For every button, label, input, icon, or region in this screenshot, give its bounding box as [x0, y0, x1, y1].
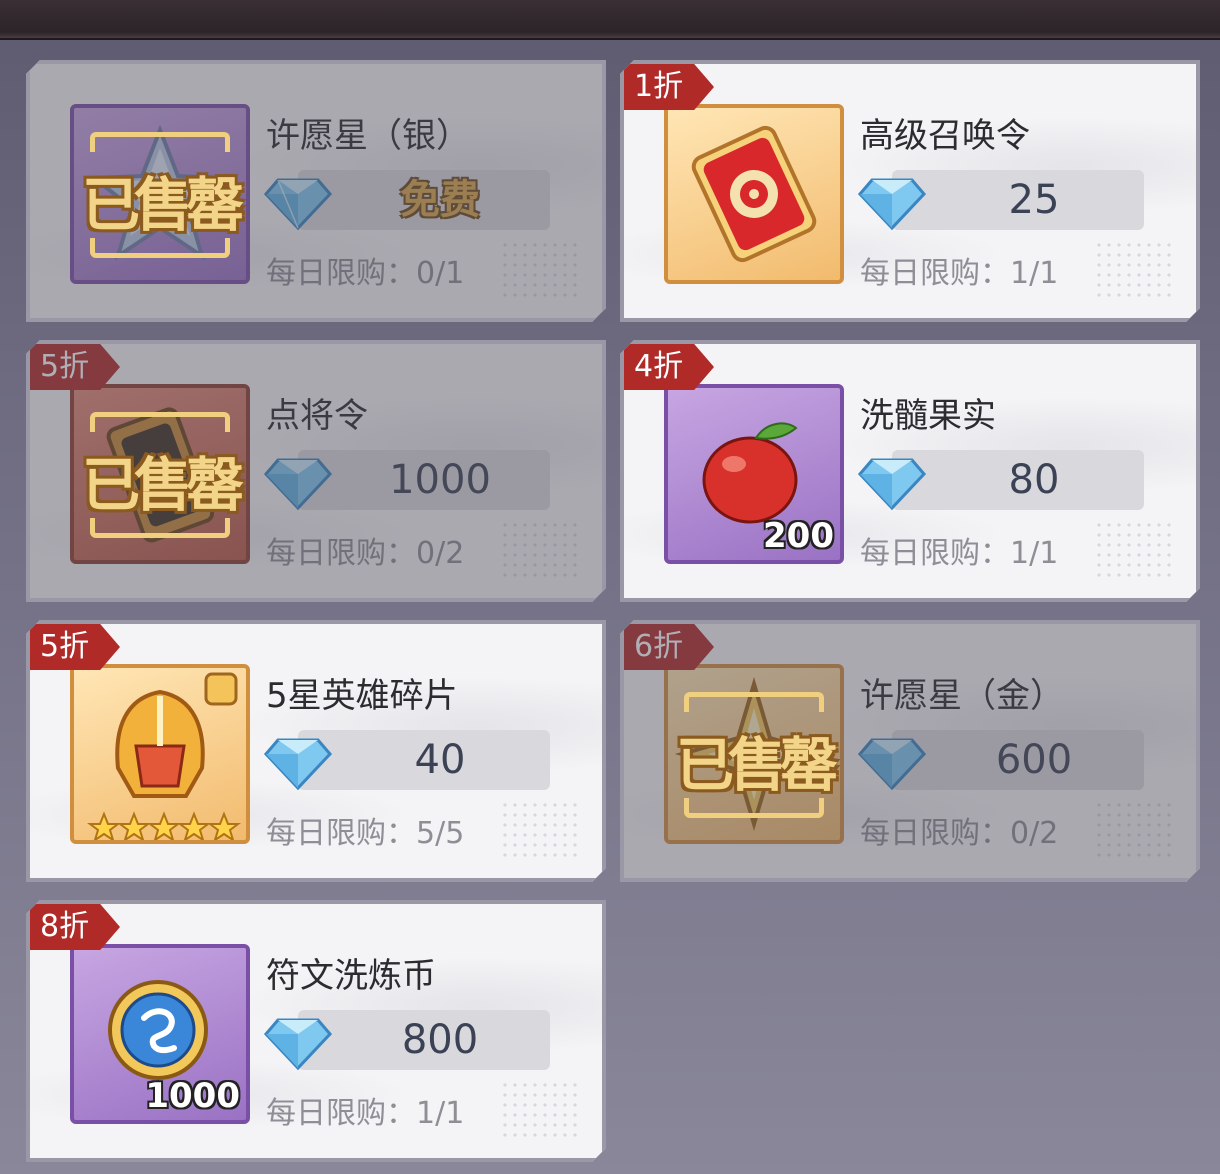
item-price: 800 — [401, 1017, 479, 1063]
daily-limit: 每日限购：1/1 — [860, 256, 1059, 291]
sold-out-text: 已售罄 — [675, 731, 832, 799]
sold-out-stamp: 已售罄 — [664, 710, 844, 800]
item-name: 高级召唤令 — [860, 116, 1030, 156]
shop-item-card[interactable]: 5折 5星英雄碎片 40 每日限购：5/5 — [26, 620, 606, 882]
shop-item-card[interactable]: 8折 1000 符文洗炼币 800 每日限购：1/1 — [26, 900, 606, 1162]
item-quantity: 1000 — [145, 1076, 240, 1116]
stamp-bracket — [90, 132, 230, 152]
sold-out-stamp: 已售罄 — [70, 150, 250, 240]
sold-out-text: 已售罄 — [81, 451, 238, 519]
daily-limit: 每日限购：5/5 — [266, 816, 465, 851]
shop-item-card[interactable]: 许愿星（银） 免费 每日限购：0/1 已售罄 — [26, 60, 606, 322]
item-quantity: 200 — [763, 516, 834, 556]
item-icon-frame: 200 — [664, 384, 844, 564]
sold-out-text: 已售罄 — [81, 171, 238, 239]
stamp-bracket — [90, 518, 230, 538]
item-price: 25 — [1008, 177, 1060, 223]
decor-dots — [500, 800, 580, 860]
daily-limit: 每日限购：1/1 — [266, 1096, 465, 1131]
item-price: 40 — [414, 737, 466, 783]
top-bar — [0, 0, 1220, 40]
item-icon-frame — [70, 664, 250, 844]
shop-item-card[interactable]: 5折 点将令 1000 每日限购：0/2 已售罄 — [26, 340, 606, 602]
diamond-icon — [264, 1006, 332, 1074]
stamp-bracket — [90, 412, 230, 432]
diamond-icon — [858, 446, 926, 514]
decor-dots — [1094, 240, 1174, 300]
stamp-bracket — [90, 238, 230, 258]
shop-item-card[interactable]: 4折 200 洗髓果实 80 每日限购：1/1 — [620, 340, 1200, 602]
item-icon-frame — [664, 104, 844, 284]
item-name: 符文洗炼币 — [266, 956, 436, 996]
shop-grid: 许愿星（银） 免费 每日限购：0/1 已售罄 1折 高级召唤令 25 每日限购：… — [26, 60, 1200, 1162]
stamp-bracket — [684, 798, 824, 818]
shop-item-card[interactable]: 1折 高级召唤令 25 每日限购：1/1 — [620, 60, 1200, 322]
stamp-bracket — [684, 692, 824, 712]
decor-dots — [500, 1080, 580, 1140]
shop-item-card[interactable]: 6折 许愿星（金） 600 每日限购：0/2 已售罄 — [620, 620, 1200, 882]
daily-limit: 每日限购：1/1 — [860, 536, 1059, 571]
diamond-icon — [264, 726, 332, 794]
diamond-icon — [858, 166, 926, 234]
sold-out-stamp: 已售罄 — [70, 430, 250, 520]
summon-token-icon — [668, 108, 840, 280]
hero-helmet-fragment-icon — [74, 668, 246, 840]
item-name: 洗髓果实 — [860, 396, 996, 436]
item-icon-frame: 1000 — [70, 944, 250, 1124]
item-price: 80 — [1008, 457, 1060, 503]
decor-dots — [1094, 520, 1174, 580]
item-name: 5星英雄碎片 — [266, 676, 458, 716]
